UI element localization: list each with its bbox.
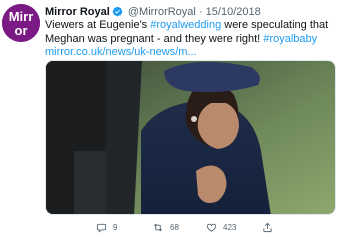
hashtag-link[interactable]: #royalwedding	[150, 19, 221, 31]
hashtag-link[interactable]: #royalbaby	[263, 33, 317, 45]
mirror-logo-icon: Mirr or	[2, 4, 40, 42]
like-count: 423	[223, 222, 237, 232]
tweet-photo[interactable]	[45, 60, 336, 215]
share-button[interactable]	[262, 220, 273, 234]
tweet-text: Viewers at Eugenie's #royalwedding were …	[45, 19, 329, 60]
separator-dot: ·	[198, 6, 203, 18]
avatar[interactable]: Mirr or	[2, 4, 40, 42]
tweet-date[interactable]: 15/10/2018	[206, 6, 261, 18]
user-handle[interactable]: @MirrorRoyal	[128, 6, 196, 18]
reply-button[interactable]: 9	[96, 220, 117, 234]
article-link[interactable]: mirror.co.uk/news/uk-news/m...	[45, 46, 197, 58]
tweet-text-part: Viewers at Eugenie's	[45, 19, 151, 31]
heart-icon	[206, 223, 217, 232]
reply-count: 9	[113, 222, 118, 232]
retweet-button[interactable]: 68	[152, 220, 179, 234]
retweet-count: 68	[170, 222, 179, 232]
avatar-text-top: Mirr	[9, 9, 34, 24]
display-name[interactable]: Mirror Royal	[45, 6, 110, 18]
avatar-text-bottom: or	[15, 23, 28, 38]
tweet-actions: 9 68 423	[96, 220, 336, 234]
tweet[interactable]: Mirr or Mirror Royal @MirrorRoyal · 15/1…	[0, 0, 338, 240]
photo-image	[46, 61, 335, 214]
reply-icon	[96, 223, 107, 233]
share-icon	[263, 222, 272, 232]
like-button[interactable]: 423	[206, 220, 236, 234]
retweet-icon	[154, 223, 162, 231]
